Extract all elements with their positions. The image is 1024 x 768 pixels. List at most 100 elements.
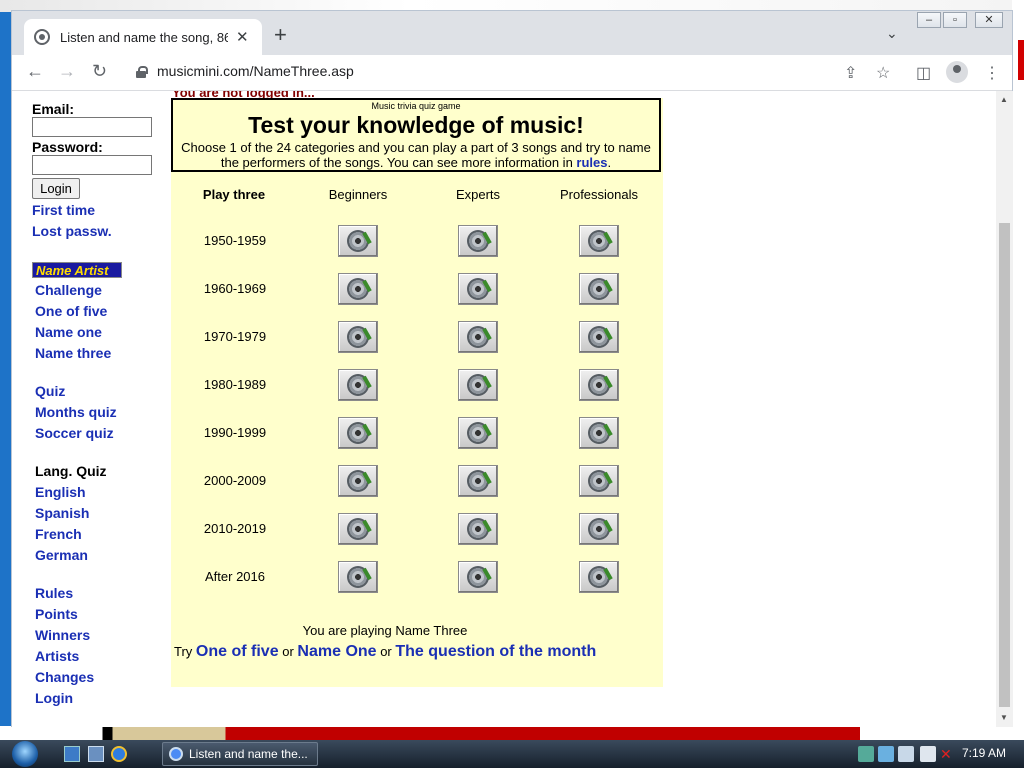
column-professionals: Professionals bbox=[559, 187, 639, 202]
play-cd-experts-icon[interactable] bbox=[458, 225, 498, 257]
taskbar-clock: 7:19 AM bbox=[962, 746, 1007, 760]
play-cd-professionals-icon[interactable] bbox=[579, 369, 619, 401]
play-cd-beginners-icon[interactable] bbox=[338, 225, 378, 257]
tray-display-icon[interactable] bbox=[920, 746, 936, 762]
start-button[interactable] bbox=[8, 740, 44, 768]
lost-password-link[interactable]: Lost passw. bbox=[32, 221, 162, 242]
switch-windows-icon[interactable] bbox=[88, 746, 104, 762]
lang-quiz-label: Lang. Quiz bbox=[35, 463, 107, 479]
play-cd-experts-icon[interactable] bbox=[458, 273, 498, 305]
share-icon[interactable]: ⇪ bbox=[844, 63, 857, 83]
volume-muted-icon[interactable]: ✕ bbox=[940, 746, 956, 762]
desktop-background-bottom bbox=[0, 726, 1024, 740]
play-cd-beginners-icon[interactable] bbox=[338, 321, 378, 353]
play-cd-professionals-icon[interactable] bbox=[579, 417, 619, 449]
category-row-label: 1990-1999 bbox=[203, 425, 267, 440]
back-icon[interactable]: ← bbox=[26, 61, 44, 82]
play-cd-experts-icon[interactable] bbox=[458, 561, 498, 593]
changes-link[interactable]: Changes bbox=[35, 667, 162, 688]
play-cd-beginners-icon[interactable] bbox=[338, 465, 378, 497]
intro-period: . bbox=[607, 155, 612, 170]
months-quiz-link[interactable]: Months quiz bbox=[35, 402, 162, 423]
play-cd-beginners-icon[interactable] bbox=[338, 273, 378, 305]
quiz-section: Quiz Months quiz Soccer quiz bbox=[32, 381, 162, 444]
scroll-thumb[interactable] bbox=[999, 223, 1010, 707]
tray-network-icon[interactable] bbox=[858, 746, 874, 762]
category-row-label: 2000-2009 bbox=[203, 473, 267, 488]
french-link[interactable]: French bbox=[35, 524, 162, 545]
intro-rules-link[interactable]: rules bbox=[576, 155, 607, 170]
english-link[interactable]: English bbox=[35, 482, 162, 503]
vertical-scrollbar[interactable]: ▲ ▼ bbox=[996, 91, 1013, 727]
play-cd-experts-icon[interactable] bbox=[458, 417, 498, 449]
maximize-button[interactable]: ▫ bbox=[943, 12, 967, 28]
play-cd-beginners-icon[interactable] bbox=[338, 369, 378, 401]
play-cd-professionals-icon[interactable] bbox=[579, 273, 619, 305]
forward-icon[interactable]: → bbox=[58, 61, 76, 82]
scroll-up-arrow-icon[interactable]: ▲ bbox=[1000, 95, 1008, 104]
play-cd-professionals-icon[interactable] bbox=[579, 225, 619, 257]
column-play-three: Play three bbox=[202, 187, 266, 202]
show-desktop-icon[interactable] bbox=[64, 746, 80, 762]
address-bar[interactable]: musicmini.com/NameThree.asp bbox=[157, 63, 354, 79]
play-cd-professionals-icon[interactable] bbox=[579, 321, 619, 353]
profile-avatar-icon[interactable] bbox=[946, 61, 968, 83]
play-cd-professionals-icon[interactable] bbox=[579, 561, 619, 593]
points-link[interactable]: Points bbox=[35, 604, 162, 625]
play-cd-beginners-icon[interactable] bbox=[338, 513, 378, 545]
try-other-games: Try One of five or Name One or The quest… bbox=[174, 643, 596, 661]
german-link[interactable]: German bbox=[35, 545, 162, 566]
column-beginners: Beginners bbox=[328, 187, 388, 202]
play-cd-experts-icon[interactable] bbox=[458, 513, 498, 545]
challenge-link[interactable]: Challenge bbox=[35, 280, 162, 301]
chevron-down-icon[interactable]: ⌄ bbox=[886, 25, 898, 42]
taskbar-chrome-button[interactable]: Listen and name the... bbox=[162, 742, 318, 766]
password-field[interactable] bbox=[32, 155, 152, 175]
artists-link[interactable]: Artists bbox=[35, 646, 162, 667]
lang-quiz-section: Lang. Quiz English Spanish French German bbox=[32, 461, 162, 566]
play-cd-beginners-icon[interactable] bbox=[338, 417, 378, 449]
minimize-button[interactable]: – bbox=[917, 12, 941, 28]
name-one-link[interactable]: Name one bbox=[35, 322, 162, 343]
browser-tab[interactable]: Listen and name the song, 86.00 ✕ bbox=[24, 19, 262, 55]
name-three-link[interactable]: Name three bbox=[35, 343, 162, 364]
bookmark-star-icon[interactable]: ☆ bbox=[876, 63, 890, 83]
more-menu-icon[interactable]: ⋮ bbox=[984, 63, 1000, 83]
play-cd-experts-icon[interactable] bbox=[458, 369, 498, 401]
internet-explorer-icon[interactable] bbox=[111, 746, 127, 762]
lock-icon bbox=[136, 66, 148, 78]
one-of-five-link[interactable]: One of five bbox=[35, 301, 162, 322]
new-tab-icon[interactable]: + bbox=[274, 24, 287, 46]
spanish-link[interactable]: Spanish bbox=[35, 503, 162, 524]
try-name-one-link[interactable]: Name One bbox=[297, 643, 376, 660]
play-cd-experts-icon[interactable] bbox=[458, 321, 498, 353]
tray-monitor-icon[interactable] bbox=[878, 746, 894, 762]
play-cd-professionals-icon[interactable] bbox=[579, 465, 619, 497]
play-cd-beginners-icon[interactable] bbox=[338, 561, 378, 593]
close-icon[interactable]: ✕ bbox=[236, 28, 249, 46]
try-question-of-month-link[interactable]: The question of the month bbox=[395, 643, 596, 660]
rules-link[interactable]: Rules bbox=[35, 583, 162, 604]
play-cd-professionals-icon[interactable] bbox=[579, 513, 619, 545]
login-button[interactable]: Login bbox=[32, 178, 80, 199]
chrome-icon bbox=[169, 747, 183, 761]
name-artist-section: Name Artist Challenge One of five Name o… bbox=[32, 262, 162, 364]
category-row-label: 1970-1979 bbox=[203, 329, 267, 344]
scroll-down-arrow-icon[interactable]: ▼ bbox=[1000, 713, 1008, 722]
tray-device-icon[interactable] bbox=[898, 746, 914, 762]
winners-link[interactable]: Winners bbox=[35, 625, 162, 646]
soccer-quiz-link[interactable]: Soccer quiz bbox=[35, 423, 162, 444]
quiz-panel: Music trivia quiz game Test your knowled… bbox=[171, 98, 663, 687]
column-experts: Experts bbox=[455, 187, 501, 202]
side-panel-icon[interactable]: ◫ bbox=[916, 63, 931, 83]
try-one-of-five-link[interactable]: One of five bbox=[196, 643, 279, 660]
login-link[interactable]: Login bbox=[35, 688, 162, 709]
play-cd-experts-icon[interactable] bbox=[458, 465, 498, 497]
quiz-intro: Choose 1 of the 24 categories and you ca… bbox=[173, 140, 659, 170]
quiz-link[interactable]: Quiz bbox=[35, 381, 162, 402]
email-field[interactable] bbox=[32, 117, 152, 137]
first-time-link[interactable]: First time bbox=[32, 200, 162, 221]
close-window-button[interactable]: ✕ bbox=[975, 12, 1003, 28]
category-row-label: 2010-2019 bbox=[203, 521, 267, 536]
reload-icon[interactable]: ↻ bbox=[92, 61, 107, 82]
